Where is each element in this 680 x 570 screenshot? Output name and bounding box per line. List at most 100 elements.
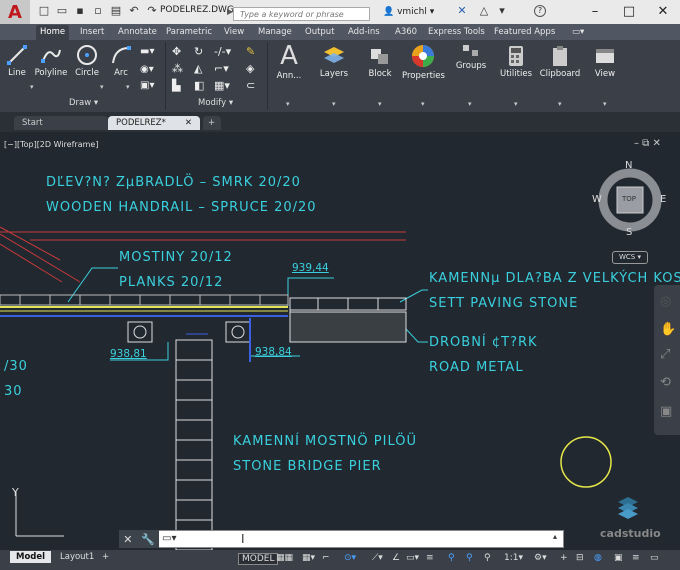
properties-button[interactable]: Properties — [402, 43, 445, 81]
auto-scale-icon[interactable]: ⚲ — [466, 553, 473, 563]
copy-icon[interactable]: ⁂ — [172, 62, 183, 75]
saveas-icon[interactable]: ▫ — [92, 5, 104, 17]
command-prompt-icon[interactable]: ▭▾ — [162, 533, 176, 544]
grid-icon[interactable]: ▦▦ — [276, 553, 293, 563]
isolate-icon[interactable]: ⊟ — [576, 553, 584, 563]
zoom-extents-icon[interactable]: ⤢ — [660, 347, 670, 362]
polyline-button[interactable]: Polyline — [32, 44, 70, 78]
array-icon[interactable]: ▦▾ — [214, 79, 230, 92]
tab-featured-apps[interactable]: Featured Apps — [494, 25, 555, 40]
polar-tracking-icon[interactable]: ⊙▾ — [344, 553, 356, 563]
tab-home[interactable]: Home — [36, 25, 70, 40]
compass-west[interactable]: W — [592, 194, 602, 205]
tab-insert[interactable]: Insert — [80, 25, 104, 40]
block-dropdown-icon[interactable]: ▾ — [378, 100, 382, 108]
help-icon[interactable]: ? — [534, 5, 546, 17]
block-button[interactable]: Block — [364, 45, 396, 79]
properties-dropdown-icon[interactable]: ▾ — [421, 100, 425, 108]
ortho-icon[interactable]: ⌐ — [322, 553, 330, 563]
trim-icon[interactable]: -/-▾ — [214, 45, 231, 58]
annotation-dropdown-icon[interactable]: ▾ — [286, 100, 290, 108]
plot-icon[interactable]: ▤ — [110, 5, 122, 17]
layers-button[interactable]: Layers — [316, 45, 352, 79]
layout1-tab[interactable]: Layout1 — [54, 551, 100, 563]
file-tab-start[interactable]: Start — [14, 116, 108, 130]
arc-dropdown-icon[interactable]: ▾ — [126, 83, 130, 91]
tab-add-ins[interactable]: Add-ins — [348, 25, 380, 40]
tab-output[interactable]: Output — [305, 25, 335, 40]
groups-button[interactable]: Groups — [454, 43, 488, 71]
erase-icon[interactable]: ✎ — [246, 45, 255, 58]
tab-express-tools[interactable]: Express Tools — [428, 25, 485, 40]
close-tab-icon[interactable]: ✕ — [185, 116, 192, 130]
tab-parametric[interactable]: Parametric — [166, 25, 212, 40]
ucs-menu[interactable]: WCS ▾ — [612, 251, 648, 264]
clipboard-button[interactable]: Clipboard — [538, 45, 582, 79]
status-menu-icon[interactable]: ▭ — [650, 553, 659, 563]
model-layout-tab[interactable]: Model — [10, 551, 52, 563]
stretch-icon[interactable]: ▙ — [172, 79, 180, 92]
line-button[interactable]: Line — [4, 44, 30, 78]
command-history-icon[interactable]: ▴ — [553, 532, 557, 541]
hatch-icon[interactable]: ◉▾ — [140, 64, 154, 75]
command-input[interactable] — [119, 530, 564, 548]
new-layout-button[interactable]: + — [96, 551, 115, 563]
showmotion-icon[interactable]: ▣ — [660, 404, 672, 419]
steering-wheel-icon[interactable]: ◎ — [660, 294, 671, 309]
scale-icon[interactable]: ◧ — [194, 79, 204, 92]
application-menu-button[interactable]: A — [0, 0, 30, 24]
isodraft-icon[interactable]: ⟋▾ — [372, 553, 383, 563]
explode-icon[interactable]: ◈ — [246, 62, 254, 75]
region-icon[interactable]: ▣▾ — [140, 80, 154, 91]
rectangle-icon[interactable]: ▬▾ — [140, 46, 154, 57]
draw-panel-label[interactable]: Draw ▾ — [69, 98, 98, 108]
plus-icon[interactable]: + — [560, 553, 568, 563]
object-snap-tracking-icon[interactable]: ∠ — [392, 553, 400, 563]
undo-icon[interactable]: ↶ — [128, 5, 140, 17]
ribbon-options-icon[interactable]: ▭▾ — [572, 25, 584, 40]
file-tab-current[interactable]: PODELREZ* ✕ — [108, 116, 200, 130]
workspace-icon[interactable]: ⚙▾ — [534, 553, 547, 563]
tab-annotate[interactable]: Annotate — [118, 25, 157, 40]
tab-a360[interactable]: A360 — [395, 25, 417, 40]
fillet-icon[interactable]: ⌐▾ — [214, 62, 229, 75]
groups-dropdown-icon[interactable]: ▾ — [468, 100, 472, 108]
modify-panel-label[interactable]: Modify ▾ — [198, 98, 233, 108]
annotation-visibility-icon[interactable]: ⚲ — [448, 553, 455, 563]
arc-button[interactable]: Arc — [108, 44, 134, 78]
compass-east[interactable]: E — [660, 194, 666, 205]
close-command-icon[interactable]: ✕ — [123, 533, 132, 546]
maximize-button[interactable]: □ — [612, 0, 646, 24]
save-icon[interactable]: ▪ — [74, 5, 86, 17]
mirror-icon[interactable]: ◭ — [194, 62, 202, 75]
model-space-toggle[interactable]: MODEL — [238, 553, 279, 565]
utilities-button[interactable]: Utilities — [498, 45, 534, 79]
a360-icon[interactable]: △ — [478, 5, 490, 17]
user-account[interactable]: 👤 vmichl ▾ — [383, 7, 434, 17]
dropdown-icon[interactable]: ▾ — [496, 5, 508, 17]
tab-manage[interactable]: Manage — [258, 25, 292, 40]
layers-dropdown-icon[interactable]: ▾ — [332, 100, 336, 108]
pan-icon[interactable]: ✋ — [660, 322, 676, 337]
compass-north[interactable]: N — [625, 160, 632, 171]
customize-command-icon[interactable]: 🔧 — [141, 533, 155, 546]
view-dropdown-icon[interactable]: ▾ — [603, 100, 607, 108]
open-icon[interactable]: ▭ — [56, 5, 68, 17]
utilities-dropdown-icon[interactable]: ▾ — [514, 100, 518, 108]
clipboard-dropdown-icon[interactable]: ▾ — [558, 100, 562, 108]
close-button[interactable]: ✕ — [646, 0, 680, 24]
hardware-acceleration-icon[interactable]: ◍ — [594, 553, 602, 563]
circle-dropdown-icon[interactable]: ▾ — [100, 83, 104, 91]
offset-icon[interactable]: ⊂ — [246, 79, 255, 92]
redo-icon[interactable]: ↷ — [146, 5, 158, 17]
annotation-scale-icon[interactable]: ⚲ — [484, 553, 491, 563]
tab-view[interactable]: View — [224, 25, 244, 40]
clean-screen-icon[interactable]: ▣ — [614, 553, 623, 563]
move-icon[interactable]: ✥ — [172, 45, 181, 58]
compass-south[interactable]: S — [626, 227, 632, 238]
customization-icon[interactable]: ≡ — [632, 553, 640, 563]
view-panel-button[interactable]: View — [590, 45, 620, 79]
minimize-button[interactable]: – — [578, 0, 612, 24]
annotation-scale-value[interactable]: 1:1▾ — [504, 553, 523, 563]
object-snap-icon[interactable]: ▭▾ — [406, 553, 419, 563]
